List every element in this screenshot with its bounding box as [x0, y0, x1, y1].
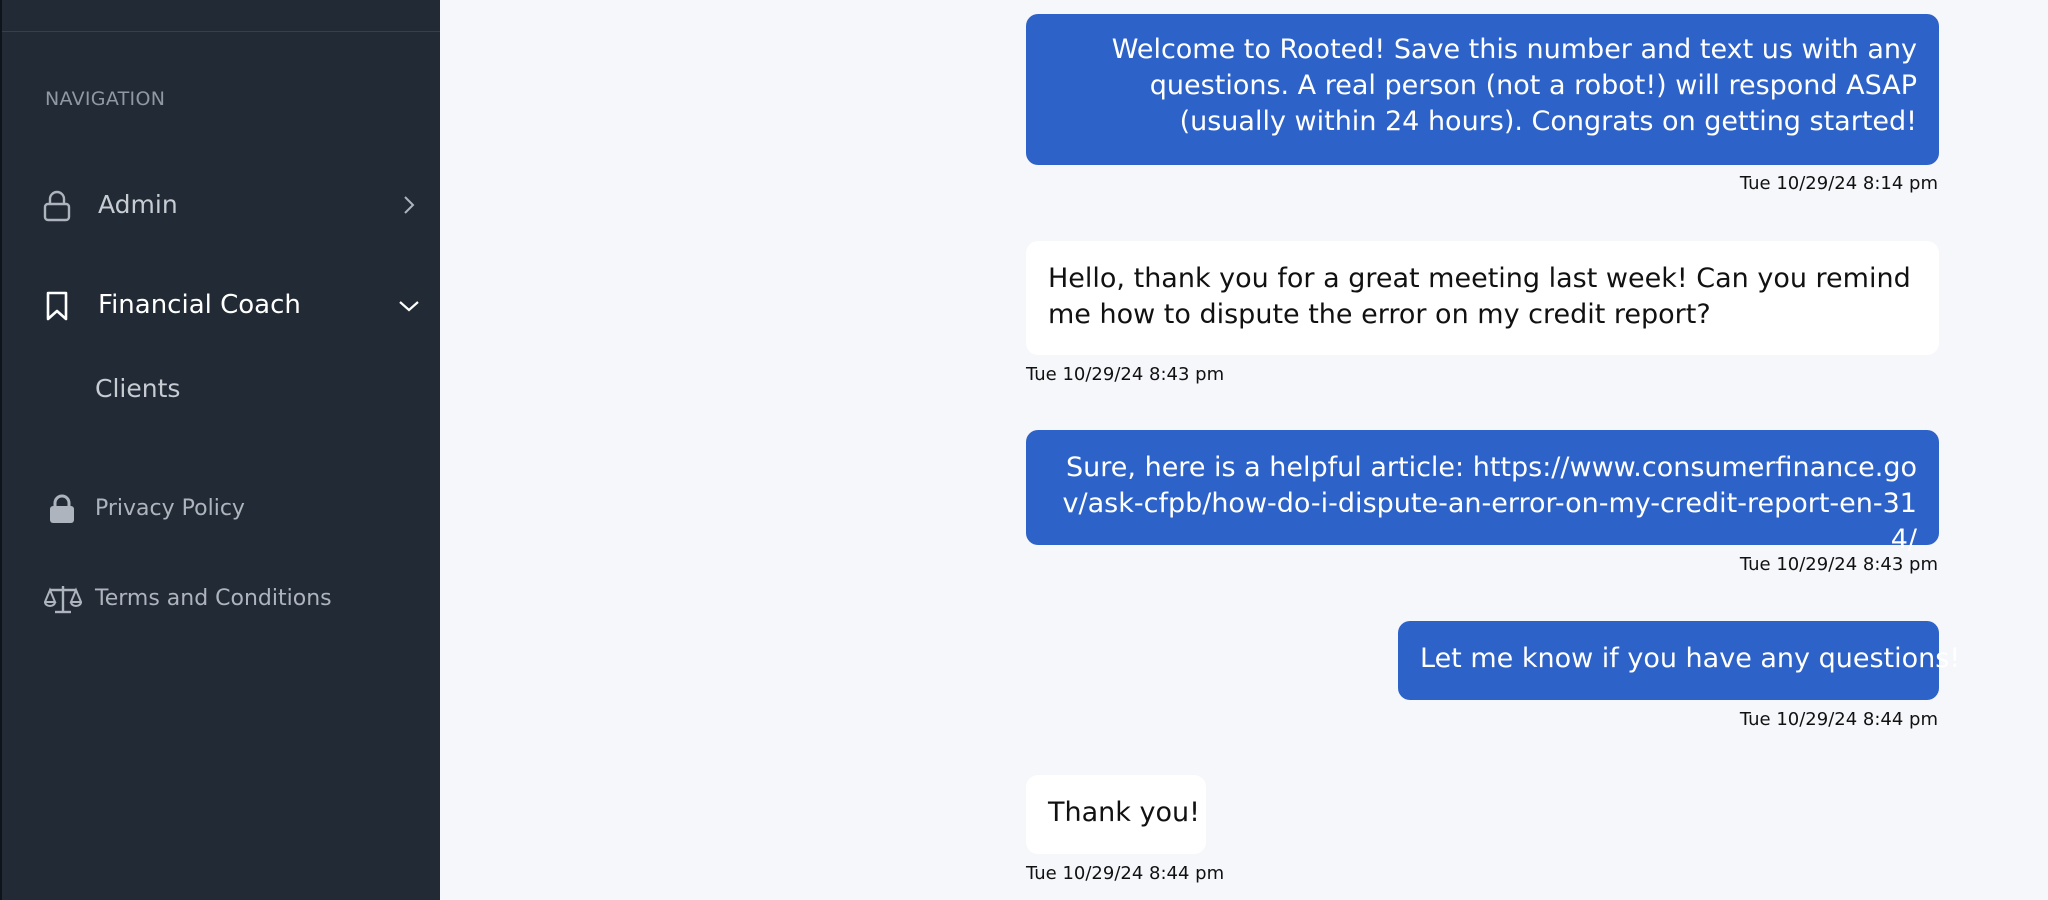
- outgoing-message: Sure, here is a helpful article: https:/…: [1026, 430, 1939, 555]
- sidebar-item-label: Clients: [95, 374, 181, 403]
- outgoing-message: Let me know if you have any questions!: [1398, 621, 1960, 700]
- sidebar-item-terms-and-conditions[interactable]: Terms and Conditions: [2, 580, 442, 620]
- incoming-message: Thank you!: [1026, 775, 1206, 854]
- chevron-down-icon[interactable]: [398, 298, 420, 317]
- sidebar-item-label: Terms and Conditions: [95, 586, 332, 611]
- sidebar-item-label: Financial Coach: [98, 290, 301, 320]
- sidebar-item-label: Privacy Policy: [95, 496, 245, 521]
- sidebar-item-privacy-policy[interactable]: Privacy Policy: [2, 490, 442, 530]
- lock-icon: [48, 494, 76, 528]
- lock-icon: [42, 190, 72, 226]
- bookmark-icon: [44, 290, 70, 326]
- nav-heading: NAVIGATION: [45, 88, 166, 110]
- chevron-right-icon[interactable]: [402, 194, 416, 220]
- message-timestamp: Tue 10/29/24 8:43 pm: [1026, 364, 1225, 385]
- sidebar: NAVIGATION Admin Financial Coach Clients: [0, 0, 440, 900]
- outgoing-message: Welcome to Rooted! Save this number and …: [1026, 14, 1939, 165]
- sidebar-item-label: Admin: [98, 190, 178, 219]
- scale-icon: [43, 583, 83, 619]
- message-timestamp: Tue 10/29/24 8:44 pm: [1026, 863, 1225, 884]
- sidebar-divider: [2, 31, 440, 32]
- incoming-message: Hello, thank you for a great meeting las…: [1026, 241, 1939, 355]
- message-timestamp: Tue 10/29/24 8:14 pm: [1739, 173, 1938, 194]
- message-timestamp: Tue 10/29/24 8:43 pm: [1739, 554, 1938, 575]
- sidebar-item-clients[interactable]: Clients: [2, 370, 442, 410]
- sidebar-item-admin[interactable]: Admin: [2, 178, 442, 234]
- sidebar-item-financial-coach[interactable]: Financial Coach: [2, 280, 442, 336]
- message-timestamp: Tue 10/29/24 8:44 pm: [1739, 709, 1938, 730]
